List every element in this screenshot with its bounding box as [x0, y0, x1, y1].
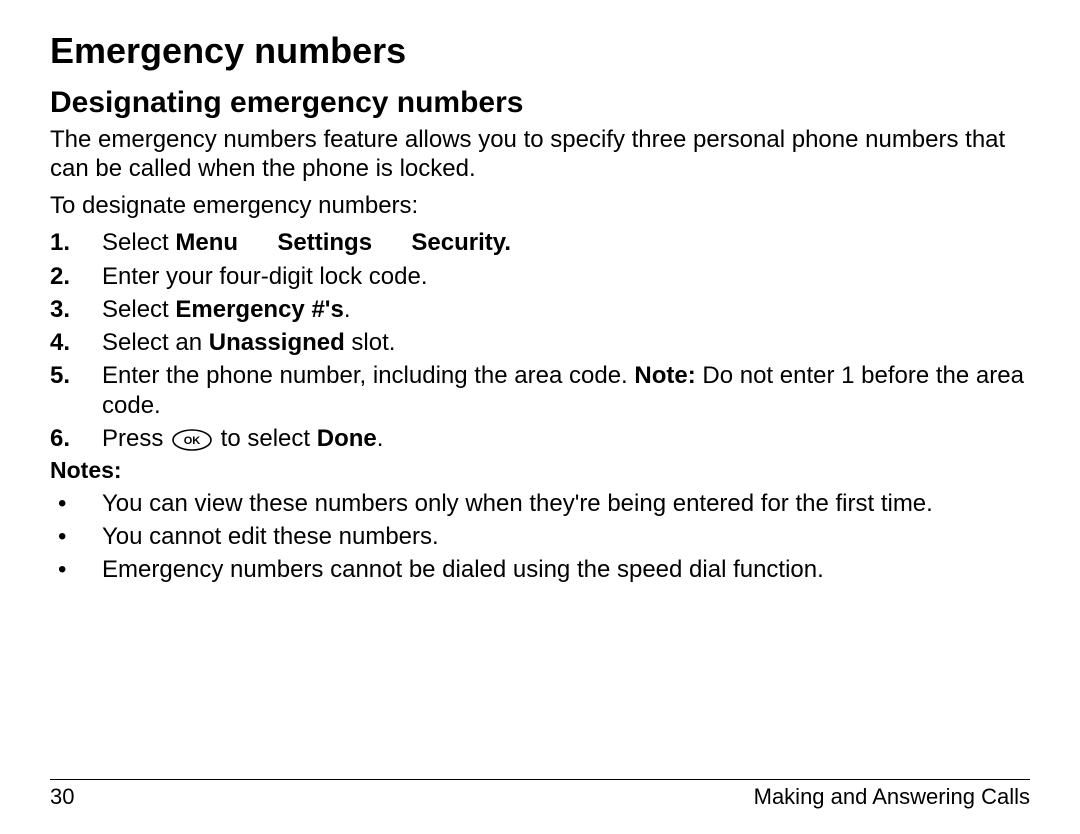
- procedure-step: 6. Press OK to select Done.: [50, 424, 1030, 453]
- procedure-step: 1. Select Menu Settings Security.: [50, 228, 1030, 257]
- bold-text: Done: [317, 425, 377, 452]
- section-title: Making and Answering Calls: [754, 784, 1030, 810]
- bold-text: Unassigned: [209, 329, 345, 356]
- intro-paragraph-2: To designate emergency numbers:: [50, 192, 1030, 221]
- section-subheading: Designating emergency numbers: [50, 86, 1030, 120]
- procedure-step: 5. Enter the phone number, including the …: [50, 361, 1030, 420]
- procedure-step: 3. Select Emergency #'s.: [50, 295, 1030, 324]
- procedure-step: 4. Select an Unassigned slot.: [50, 328, 1030, 357]
- notes-list: You can view these numbers only when the…: [50, 489, 1030, 585]
- bold-text: Security.: [411, 229, 511, 256]
- body-text: Select an: [102, 329, 209, 356]
- bold-text: Emergency #'s: [175, 296, 343, 323]
- body-text: slot.: [345, 329, 396, 356]
- step-number: 2.: [50, 262, 90, 291]
- note-item: You cannot edit these numbers.: [50, 522, 1030, 551]
- body-text: Enter your four-digit lock code.: [102, 263, 428, 290]
- body-text: Select: [102, 229, 175, 256]
- body-text: Enter the phone number, including the ar…: [102, 362, 634, 389]
- note-item: You can view these numbers only when the…: [50, 489, 1030, 518]
- page-number: 30: [50, 784, 74, 810]
- body-text: .: [344, 296, 351, 323]
- step-number: 1.: [50, 228, 90, 257]
- page-footer: 30 Making and Answering Calls: [50, 779, 1030, 810]
- intro-paragraph-1: The emergency numbers feature allows you…: [50, 126, 1030, 184]
- manual-page: Emergency numbers Designating emergency …: [0, 0, 1080, 834]
- body-text: to select: [214, 425, 317, 452]
- notes-label: Notes:: [50, 457, 1030, 485]
- step-number: 6.: [50, 424, 90, 453]
- svg-text:OK: OK: [184, 435, 201, 447]
- ok-button-icon: OK: [172, 429, 212, 451]
- procedure-step: 2. Enter your four-digit lock code.: [50, 262, 1030, 291]
- step-number: 3.: [50, 295, 90, 324]
- body-text: Press: [102, 425, 170, 452]
- procedure-list: 1. Select Menu Settings Security. 2. Enter …: [50, 228, 1030, 453]
- bold-text: Note:: [634, 362, 695, 389]
- step-number: 4.: [50, 328, 90, 357]
- bold-text: Menu: [175, 229, 238, 256]
- page-heading: Emergency numbers: [50, 30, 1030, 72]
- body-text: Select: [102, 296, 175, 323]
- body-text: .: [377, 425, 384, 452]
- bold-text: Settings: [277, 229, 372, 256]
- note-item: Emergency numbers cannot be dialed using…: [50, 555, 1030, 584]
- step-number: 5.: [50, 361, 90, 390]
